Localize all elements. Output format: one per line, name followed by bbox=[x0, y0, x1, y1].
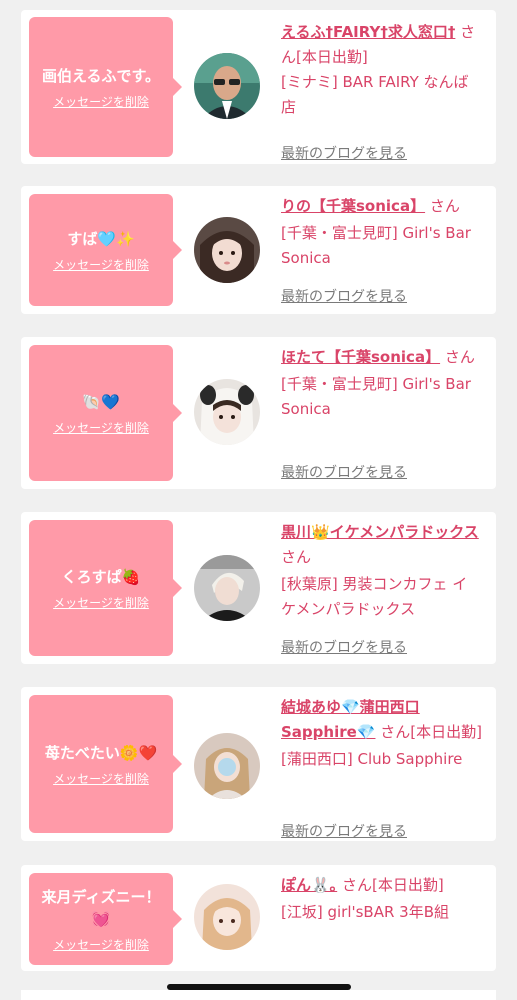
latest-blog-link[interactable]: 最新のブログを見る bbox=[281, 637, 407, 657]
message-text: 苺たべたい🌼❤️ bbox=[44, 743, 158, 762]
avatar[interactable] bbox=[194, 53, 260, 119]
sender-info: ほたて【千葉sonica】 さん [千葉・富士見町] Girl's Bar So… bbox=[281, 345, 488, 481]
message-bubble: 来月ディズニー！💓 メッセージを削除 bbox=[29, 873, 182, 965]
delete-message-link[interactable]: メッセージを削除 bbox=[53, 594, 149, 611]
shop-name: [江坂] girl'sBAR 3年B組 bbox=[281, 903, 450, 921]
delete-message-link[interactable]: メッセージを削除 bbox=[53, 256, 149, 273]
latest-blog-link[interactable]: 最新のブログを見る bbox=[281, 286, 407, 306]
sender-name-link[interactable]: えるふ†FAIRY†求人窓口† bbox=[281, 23, 455, 41]
home-indicator[interactable] bbox=[167, 984, 351, 990]
latest-blog-link[interactable]: 最新のブログを見る bbox=[281, 462, 407, 482]
next-card-edge bbox=[21, 990, 496, 1000]
message-bubble: くろすぱ🍓 メッセージを削除 bbox=[29, 520, 182, 656]
san-label: さん[本日出勤] bbox=[341, 876, 444, 894]
message-card: 苺たべたい🌼❤️ メッセージを削除 結城あゆ💎蒲田西口Sapphire💎 さん[… bbox=[21, 687, 496, 841]
shop-name: [蒲田西口] Club Sapphire bbox=[281, 750, 463, 768]
shop-name: [千葉・富士見町] Girl's Bar Sonica bbox=[281, 224, 471, 267]
avatar[interactable] bbox=[194, 884, 260, 950]
sender-name-link[interactable]: 黒川👑イケメンパラドックス bbox=[281, 523, 479, 541]
shop-name: [ミナミ] BAR FAIRY なんば店 bbox=[281, 73, 469, 116]
san-label: さん bbox=[281, 548, 312, 566]
san-label: さん bbox=[444, 348, 475, 366]
message-card: 🐚💙 メッセージを削除 ほたて【千葉sonica】 さん [千葉・富士見町] G… bbox=[21, 337, 496, 489]
sender-info: えるふ†FAIRY†求人窓口† さん[本日出勤] [ミナミ] BAR FAIRY… bbox=[281, 20, 488, 162]
message-text: くろすぱ🍓 bbox=[61, 567, 141, 586]
message-bubble: 苺たべたい🌼❤️ メッセージを削除 bbox=[29, 695, 182, 833]
message-card: 画伯えるふです。 メッセージを削除 えるふ†FAIRY†求人窓口† さん[本日出… bbox=[21, 10, 496, 164]
shop-name: [千葉・富士見町] Girl's Bar Sonica bbox=[281, 375, 471, 418]
message-text: 来月ディズニー！💓 bbox=[41, 887, 161, 928]
sender-name-link[interactable]: ぽん🐰｡ bbox=[281, 876, 337, 894]
message-card: すば🩵✨ メッセージを削除 りの【千葉sonica】 さん [千葉・富士見町] … bbox=[21, 186, 496, 314]
message-card: 来月ディズニー！💓 メッセージを削除 ぽん🐰｡ さん[本日出勤] [江坂] gi… bbox=[21, 865, 496, 971]
avatar[interactable] bbox=[194, 733, 260, 799]
sender-name-link[interactable]: ほたて【千葉sonica】 bbox=[281, 348, 440, 366]
san-label: さん bbox=[429, 197, 460, 215]
message-bubble: すば🩵✨ メッセージを削除 bbox=[29, 194, 182, 306]
message-text: 画伯えるふです。 bbox=[41, 66, 161, 85]
message-bubble: 🐚💙 メッセージを削除 bbox=[29, 345, 182, 481]
latest-blog-link[interactable]: 最新のブログを見る bbox=[281, 821, 407, 841]
message-text: すば🩵✨ bbox=[67, 229, 135, 248]
message-bubble: 画伯えるふです。 メッセージを削除 bbox=[29, 17, 182, 157]
message-text: 🐚💙 bbox=[82, 392, 120, 411]
avatar[interactable] bbox=[194, 379, 260, 445]
sender-info: ぽん🐰｡ さん[本日出勤] [江坂] girl'sBAR 3年B組 bbox=[281, 873, 488, 925]
delete-message-link[interactable]: メッセージを削除 bbox=[53, 419, 149, 436]
shop-name: [秋葉原] 男装コンカフェ イケメンパラドックス bbox=[281, 575, 468, 618]
delete-message-link[interactable]: メッセージを削除 bbox=[53, 936, 149, 953]
avatar[interactable] bbox=[194, 217, 260, 283]
sender-info: りの【千葉sonica】 さん [千葉・富士見町] Girl's Bar Son… bbox=[281, 194, 488, 305]
latest-blog-link[interactable]: 最新のブログを見る bbox=[281, 143, 407, 163]
delete-message-link[interactable]: メッセージを削除 bbox=[53, 770, 149, 787]
san-label: さん[本日出勤] bbox=[380, 723, 482, 741]
message-card: くろすぱ🍓 メッセージを削除 黒川👑イケメンパラドックス さん [秋葉原] 男装… bbox=[21, 512, 496, 664]
sender-info: 黒川👑イケメンパラドックス さん [秋葉原] 男装コンカフェ イケメンパラドック… bbox=[281, 520, 488, 656]
delete-message-link[interactable]: メッセージを削除 bbox=[53, 93, 149, 110]
sender-name-link[interactable]: りの【千葉sonica】 bbox=[281, 197, 425, 215]
avatar[interactable] bbox=[194, 555, 260, 621]
sender-info: 結城あゆ💎蒲田西口Sapphire💎 さん[本日出勤] [蒲田西口] Club … bbox=[281, 695, 488, 840]
